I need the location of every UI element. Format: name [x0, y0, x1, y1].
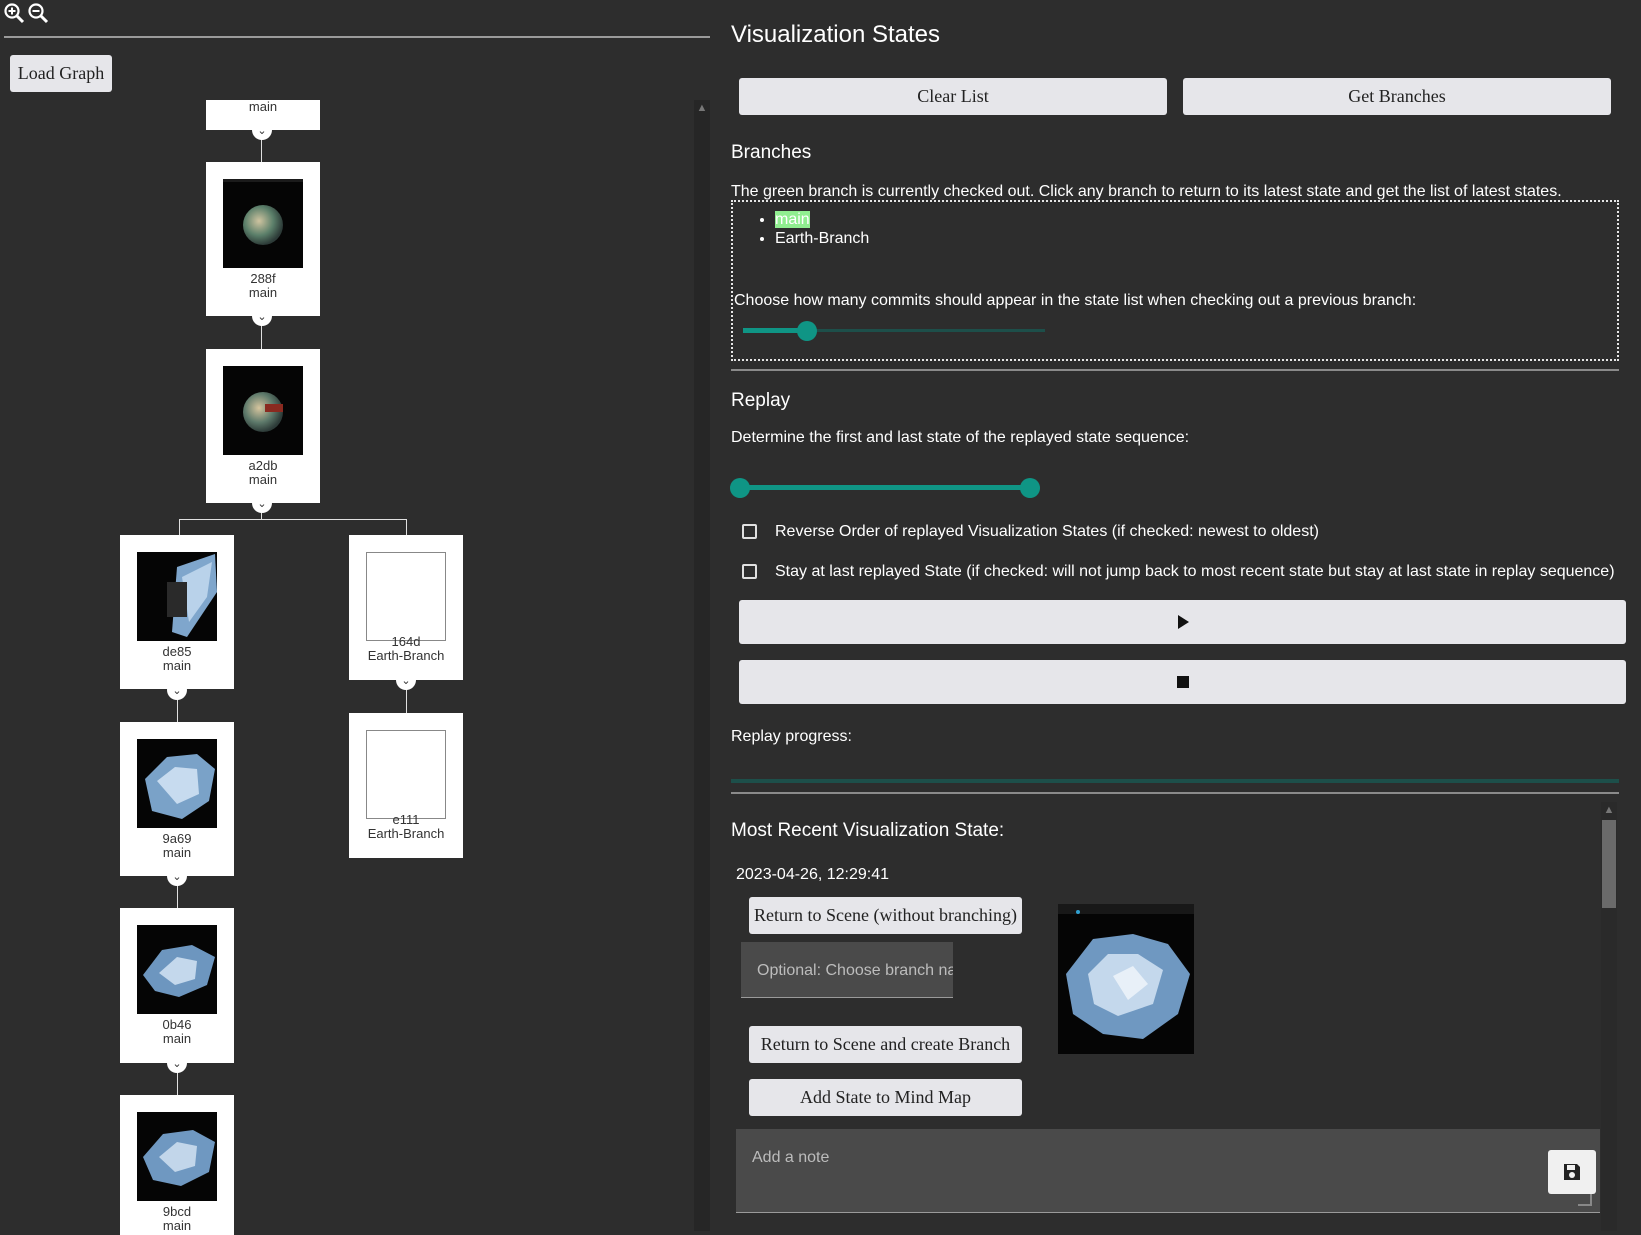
commit-node[interactable]: 9a69 main — [120, 722, 234, 876]
recent-timestamp: 2023-04-26, 12:29:41 — [736, 866, 890, 883]
commit-node[interactable]: 288f main — [206, 162, 320, 316]
branch-item-earth-branch[interactable]: Earth-Branch — [775, 229, 869, 248]
state-thumbnail — [223, 179, 303, 268]
commit-node[interactable]: 9bcd main — [120, 1095, 234, 1235]
chevron-down-icon[interactable]: ⌄ — [252, 120, 272, 140]
commit-node[interactable]: de85 main — [120, 535, 234, 689]
node-branch: main — [162, 845, 192, 860]
node-id: 164d — [391, 634, 421, 649]
state-thumbnail — [137, 1112, 217, 1201]
stop-button[interactable] — [739, 660, 1626, 704]
reverse-order-label: Reverse Order of replayed Visualization … — [775, 523, 1319, 540]
graph-scrollbar[interactable]: ▲ — [694, 100, 710, 1231]
page-title: Visualization States — [731, 21, 941, 48]
play-button[interactable] — [739, 600, 1626, 644]
node-id: e111 — [392, 812, 420, 827]
clear-list-button[interactable]: Clear List — [739, 78, 1167, 115]
branch-label: main — [775, 211, 810, 228]
chevron-down-icon[interactable]: ⌄ — [252, 493, 272, 513]
commit-node[interactable]: e111 Earth-Branch — [349, 713, 463, 858]
node-branch: main — [162, 658, 192, 673]
node-id: 288f — [250, 271, 276, 286]
state-thumbnail — [223, 366, 303, 455]
branch-name-input[interactable]: Optional: Choose branch name — [741, 942, 953, 998]
node-id: de85 — [162, 644, 192, 659]
node-branch: Earth-Branch — [367, 826, 445, 841]
state-preview-image — [1058, 904, 1194, 1054]
chevron-down-icon[interactable]: ⌄ — [167, 866, 187, 886]
scroll-up-icon[interactable]: ▲ — [694, 100, 710, 116]
recent-scrollbar[interactable]: ▲ — [1601, 802, 1617, 1231]
node-id: 9bcd — [162, 1204, 192, 1219]
section-divider — [731, 792, 1619, 794]
broken-image-icon — [366, 552, 446, 641]
recent-heading: Most Recent Visualization State: — [731, 820, 1005, 841]
play-icon — [1177, 615, 1189, 629]
note-textarea[interactable]: Add a note — [736, 1129, 1600, 1213]
commit-node[interactable]: a2db main — [206, 349, 320, 503]
range-end-thumb[interactable] — [1020, 478, 1040, 498]
commit-node[interactable]: 164d Earth-Branch — [349, 535, 463, 680]
node-id: 9a69 — [162, 831, 192, 846]
node-branch: main — [248, 99, 278, 114]
branches-description: The green branch is currently checked ou… — [731, 183, 1562, 200]
replay-progress-label: Replay progress: — [731, 728, 852, 745]
stay-last-label: Stay at last replayed State (if checked:… — [775, 563, 1615, 580]
return-create-branch-button[interactable]: Return to Scene and create Branch — [749, 1026, 1022, 1063]
branch-label: Earth-Branch — [775, 230, 870, 247]
save-icon — [1564, 1164, 1580, 1180]
commit-node[interactable]: 0b46 main — [120, 908, 234, 1063]
node-id: a2db — [248, 458, 278, 473]
chevron-down-icon[interactable]: ⌄ — [252, 306, 272, 326]
replay-heading: Replay — [731, 390, 791, 411]
chevron-down-icon[interactable]: ⌄ — [167, 680, 187, 700]
slider-thumb[interactable] — [796, 321, 817, 341]
note-placeholder: Add a note — [752, 1149, 830, 1166]
state-thumbnail — [137, 925, 217, 1014]
commits-slider[interactable] — [743, 318, 1045, 344]
return-to-scene-button[interactable]: Return to Scene (without branching) — [749, 897, 1022, 934]
replay-range-slider[interactable] — [730, 475, 1040, 501]
section-divider — [731, 369, 1619, 371]
commit-graph: main ⌄ 288f main ⌄ a2db main ⌄ de85 main… — [0, 0, 690, 1235]
scrollbar-thumb[interactable] — [1602, 820, 1616, 908]
branches-box: main Earth-Branch Choose how many commit… — [731, 200, 1619, 361]
branches-heading: Branches — [731, 142, 812, 163]
node-branch: main — [248, 472, 278, 487]
reverse-order-checkbox[interactable] — [742, 524, 757, 539]
branch-list: main Earth-Branch — [733, 210, 869, 248]
resize-handle-icon[interactable] — [1578, 1192, 1592, 1206]
range-start-thumb[interactable] — [730, 478, 750, 498]
chevron-down-icon[interactable]: ⌄ — [396, 670, 416, 690]
graph-pane: Load Graph main ⌄ 288f main ⌄ a2db main … — [0, 0, 712, 1235]
replay-range-label: Determine the first and last state of th… — [731, 429, 1190, 446]
branch-item-main[interactable]: main — [775, 210, 869, 229]
node-branch: main — [248, 285, 278, 300]
stop-icon — [1176, 676, 1189, 688]
states-panel: Visualization States Clear List Get Bran… — [712, 0, 1641, 1231]
state-thumbnail — [137, 739, 217, 828]
replay-progress-bar — [731, 779, 1619, 783]
commits-slider-label: Choose how many commits should appear in… — [734, 292, 1417, 309]
stay-last-checkbox[interactable] — [742, 564, 757, 579]
chevron-down-icon[interactable]: ⌄ — [167, 1053, 187, 1073]
save-note-button[interactable] — [1548, 1150, 1596, 1194]
broken-image-icon — [366, 730, 446, 819]
get-branches-button[interactable]: Get Branches — [1183, 78, 1611, 115]
node-id: 0b46 — [162, 1017, 192, 1032]
scroll-up-icon[interactable]: ▲ — [1601, 802, 1617, 818]
slider-fill — [740, 485, 1030, 490]
node-branch: main — [162, 1031, 192, 1046]
add-mind-map-button[interactable]: Add State to Mind Map — [749, 1079, 1022, 1116]
node-branch: Earth-Branch — [367, 648, 445, 663]
state-thumbnail — [137, 552, 217, 641]
